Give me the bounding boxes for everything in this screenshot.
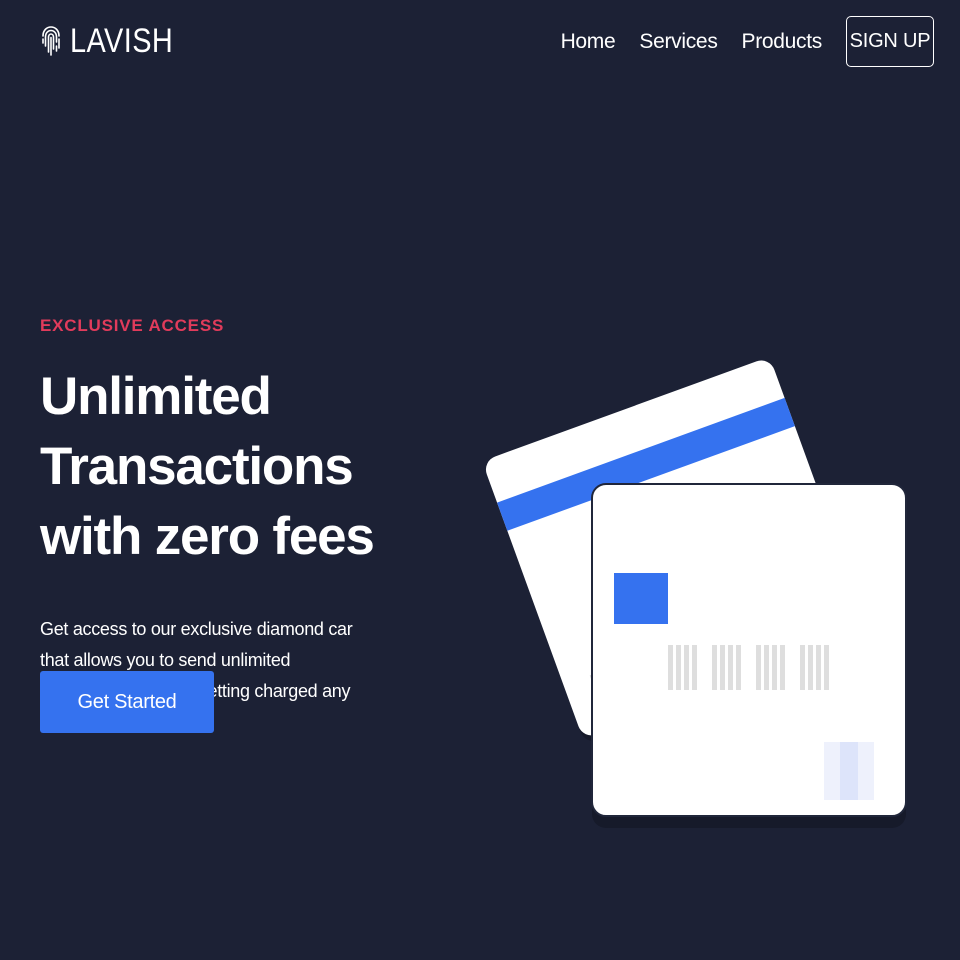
hero-headline-line2: with zero fees xyxy=(40,507,375,566)
back-card-signature-2 xyxy=(596,686,622,707)
hero-headline: Unlimited Transactions with zero fees xyxy=(40,362,470,572)
navbar: LAVISH Home Services Products SIGN UP xyxy=(0,0,960,82)
fingerprint-icon xyxy=(42,26,60,56)
brand-name: LAVISH xyxy=(70,21,174,60)
back-card xyxy=(485,360,869,742)
landing-page: LAVISH Home Services Products SIGN UP EX… xyxy=(0,0,960,960)
get-started-button[interactable]: Get Started xyxy=(40,671,214,733)
card-brand-mark xyxy=(824,742,874,800)
nav-links: Home Services Products SIGN UP xyxy=(561,16,934,67)
back-card-stripe xyxy=(497,397,795,531)
nav-link-services[interactable]: Services xyxy=(639,30,717,54)
nav-link-home[interactable]: Home xyxy=(561,30,616,54)
brand-logo[interactable]: LAVISH xyxy=(40,20,191,62)
nav-link-products[interactable]: Products xyxy=(742,30,823,54)
front-card xyxy=(591,483,907,828)
back-card-signature-1 xyxy=(589,667,615,688)
signup-button[interactable]: SIGN UP xyxy=(846,16,934,67)
chip-icon xyxy=(614,573,668,624)
hero-headline-line1: Unlimited Transactions xyxy=(40,367,354,496)
card-number-placeholder xyxy=(668,645,829,690)
hero-eyebrow: EXCLUSIVE ACCESS xyxy=(40,316,225,335)
